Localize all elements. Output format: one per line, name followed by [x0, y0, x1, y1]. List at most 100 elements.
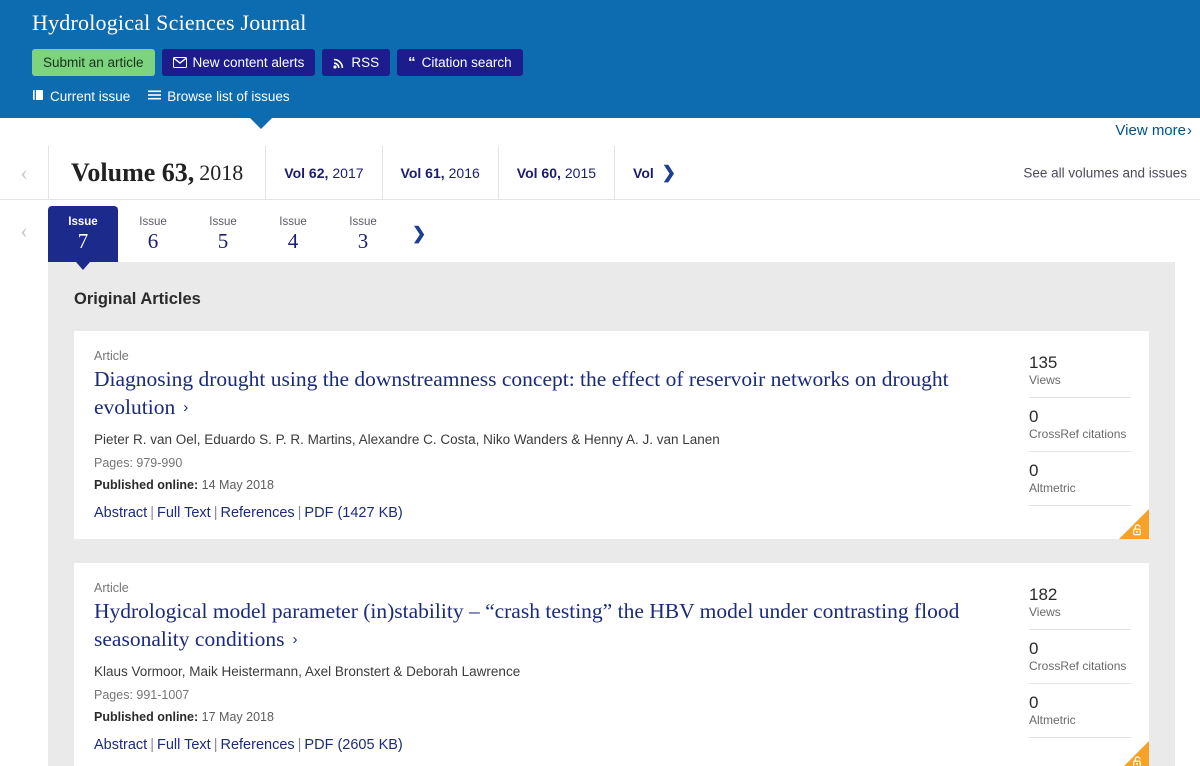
header-button-group: Submit an article New content alerts RSS… — [32, 49, 1200, 76]
article-title-link[interactable]: Hydrological model parameter (in)stabili… — [94, 597, 1009, 654]
issue-tab-6[interactable]: Issue 6 — [118, 206, 188, 262]
issue-5-word: Issue — [209, 215, 237, 228]
metric-crossref-value: 0 — [1029, 639, 1039, 658]
view-more-label: View more — [1115, 122, 1186, 139]
volume-current-number: Volume 63, — [71, 157, 195, 187]
link-separator: | — [213, 737, 218, 753]
citation-search-button[interactable]: “ Citation search — [397, 49, 523, 76]
view-more-link[interactable]: View more › — [1115, 122, 1192, 139]
metric-views-value: 182 — [1029, 585, 1058, 604]
article-pages-label: Pages: — [94, 456, 133, 470]
article-main-2: Article Hydrological model parameter (in… — [74, 563, 1029, 766]
volume-prev-button[interactable]: ‹ — [0, 146, 48, 199]
metric-altmetric-value: 0 — [1029, 461, 1039, 480]
article-authors: Pieter R. van Oel, Eduardo S. P. R. Mart… — [94, 432, 720, 447]
issue-3-number: 3 — [357, 228, 369, 253]
article-title-text: Hydrological model parameter (in)stabili… — [94, 599, 960, 651]
metric-crossref: 0 CrossRef citations — [1029, 407, 1131, 452]
section-heading: Original Articles — [74, 290, 201, 308]
issue-6-number: 6 — [147, 228, 159, 253]
issue-tab-7[interactable]: Issue 7 — [48, 206, 118, 270]
abstract-link[interactable]: Abstract — [94, 737, 147, 753]
article-title-link[interactable]: Diagnosing drought using the downstreamn… — [94, 365, 1009, 422]
pdf-link[interactable]: PDF (2605 KB) — [304, 737, 402, 753]
volume-tab-60[interactable]: Vol 60, 2015 — [497, 146, 614, 199]
article-published-value: 14 May 2018 — [201, 478, 274, 492]
volume-61-number: Vol 61, — [400, 164, 445, 181]
issue-4-number: 4 — [287, 228, 299, 253]
rss-icon — [333, 57, 345, 69]
volume-current-year: 2018 — [199, 159, 244, 185]
article-pages-value: 979-990 — [136, 456, 183, 470]
volume-tab-current[interactable]: Volume 63, 2018 — [48, 146, 265, 199]
link-separator: | — [297, 505, 302, 521]
envelope-icon — [172, 57, 187, 68]
rss-button[interactable]: RSS — [322, 49, 391, 76]
browse-list-of-issues-link[interactable]: Browse list of issues — [148, 89, 290, 104]
article-card: Article Diagnosing drought using the dow… — [74, 331, 1149, 539]
issue-tab-3[interactable]: Issue 3 — [328, 206, 398, 262]
article-title-text: Diagnosing drought using the downstreamn… — [94, 367, 949, 419]
article-type-label: Article — [94, 581, 129, 595]
journal-header-banner: Hydrological Sciences Journal Submit an … — [0, 0, 1200, 129]
new-content-alerts-button[interactable]: New content alerts — [161, 49, 316, 76]
volume-next-button[interactable]: ❯ — [660, 146, 690, 199]
article-published-label: Published online: — [94, 710, 199, 724]
issue-3-word: Issue — [349, 215, 377, 228]
volume-tab-truncated[interactable]: Vol — [614, 146, 660, 199]
rss-label: RSS — [351, 54, 380, 70]
article-published: Published online: 17 May 2018 — [94, 710, 1009, 724]
abstract-link[interactable]: Abstract — [94, 505, 147, 521]
citation-search-label: Citation search — [421, 54, 512, 70]
submit-an-article-button[interactable]: Submit an article — [32, 49, 155, 76]
references-link[interactable]: References — [220, 505, 294, 521]
article-pages: Pages: 991-1007 — [94, 688, 1009, 702]
metric-crossref-label: CrossRef citations — [1029, 659, 1127, 673]
references-link[interactable]: References — [220, 737, 294, 753]
submit-an-article-label: Submit an article — [43, 54, 144, 70]
issue-tab-5[interactable]: Issue 5 — [188, 206, 258, 262]
link-separator: | — [213, 505, 218, 521]
issue-next-button[interactable]: ❯ — [398, 206, 440, 262]
article-published-value: 17 May 2018 — [201, 710, 274, 724]
current-issue-link[interactable]: Current issue — [32, 89, 130, 104]
issue-4-word: Issue — [279, 215, 307, 228]
open-lock-icon — [1132, 755, 1145, 766]
browse-list-of-issues-label: Browse list of issues — [167, 89, 290, 104]
pdf-link[interactable]: PDF (1427 KB) — [304, 505, 402, 521]
metric-altmetric: 0 Altmetric — [1029, 693, 1131, 738]
metric-views: 135 Views — [1029, 353, 1131, 398]
issue-7-word: Issue — [68, 215, 98, 228]
volume-navigation-strip: ‹ Volume 63, 2018 Vol 62, 2017 Vol 61, 2… — [0, 146, 1200, 200]
volume-tab-61[interactable]: Vol 61, 2016 — [381, 146, 498, 199]
article-type-label: Article — [94, 349, 129, 363]
full-text-link[interactable]: Full Text — [157, 505, 211, 521]
journal-title: Hydrological Sciences Journal — [32, 10, 307, 35]
article-pages-label: Pages: — [94, 688, 133, 702]
volume-62-year: 2017 — [332, 164, 364, 181]
volume-60-number: Vol 60, — [516, 164, 561, 181]
volume-tab-62[interactable]: Vol 62, 2017 — [265, 146, 381, 199]
header-link-group: Current issue Browse list of issues — [32, 89, 1200, 104]
article-main-1: Article Diagnosing drought using the dow… — [74, 331, 1029, 539]
metric-crossref: 0 CrossRef citations — [1029, 639, 1131, 684]
issue-5-number: 5 — [217, 228, 229, 253]
metric-crossref-label: CrossRef citations — [1029, 427, 1127, 441]
open-lock-icon — [1132, 523, 1145, 536]
issue-prev-button[interactable]: ‹ — [0, 200, 48, 262]
article-published: Published online: 14 May 2018 — [94, 478, 1009, 492]
metric-views-label: Views — [1029, 605, 1061, 619]
issue-tab-4[interactable]: Issue 4 — [258, 206, 328, 262]
full-text-link[interactable]: Full Text — [157, 737, 211, 753]
article-card: Article Hydrological model parameter (in… — [74, 563, 1149, 766]
see-all-volumes-and-issues-link[interactable]: See all volumes and issues — [1023, 165, 1187, 180]
link-separator: | — [297, 737, 302, 753]
article-published-label: Published online: — [94, 478, 199, 492]
volume-62-number: Vol 62, — [284, 164, 329, 181]
metric-views: 182 Views — [1029, 585, 1131, 630]
metric-altmetric: 0 Altmetric — [1029, 461, 1131, 506]
chevron-right-icon: › — [292, 631, 298, 648]
chevron-right-icon: › — [183, 399, 189, 416]
view-more-row: View more › — [0, 118, 1200, 146]
article-pages-value: 991-1007 — [136, 688, 190, 702]
